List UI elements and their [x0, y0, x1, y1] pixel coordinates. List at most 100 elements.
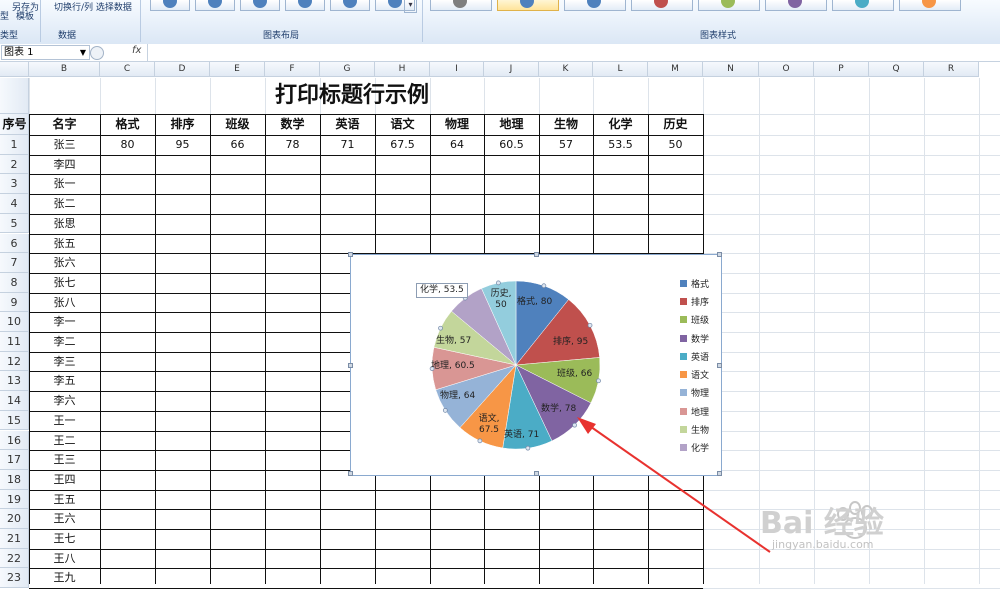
table-cell[interactable]: 李二 — [29, 332, 100, 352]
row-header[interactable]: 6 — [0, 233, 29, 254]
table-header-cell[interactable]: 化学 — [593, 114, 648, 135]
pie-data-label[interactable]: 排序, 95 — [553, 337, 588, 348]
resize-handle[interactable] — [717, 471, 722, 476]
layout-thumbnail[interactable] — [330, 0, 370, 11]
row-header[interactable]: 12 — [0, 351, 29, 372]
table-cell[interactable]: 80 — [100, 135, 155, 155]
pie-data-label[interactable]: 物理, 64 — [440, 391, 475, 402]
row-header[interactable]: 15 — [0, 410, 29, 431]
table-header-cell[interactable]: 序号 — [0, 114, 29, 135]
table-cell[interactable]: 张六 — [29, 253, 100, 273]
layout-thumbnail[interactable] — [285, 0, 325, 11]
row-header[interactable]: 20 — [0, 509, 29, 529]
legend-item[interactable]: 地理 — [680, 402, 709, 420]
select-all-corner[interactable] — [0, 62, 29, 77]
pie-data-label[interactable]: 格式, 80 — [517, 297, 552, 308]
pie-data-label[interactable]: 英语, 71 — [504, 430, 539, 441]
row-header[interactable]: 11 — [0, 332, 29, 352]
pie-data-label[interactable]: 生物, 57 — [436, 336, 471, 347]
table-cell[interactable]: 王一 — [29, 411, 100, 431]
template-label[interactable]: 模板 — [16, 9, 34, 22]
function-icon[interactable]: fx — [132, 45, 141, 56]
legend-item[interactable]: 化学 — [680, 439, 709, 457]
column-header[interactable]: D — [155, 62, 210, 77]
chevron-down-icon[interactable]: ▼ — [80, 46, 86, 59]
chart-style-gallery[interactable] — [430, 0, 961, 11]
legend-item[interactable]: 语文 — [680, 365, 709, 383]
resize-handle[interactable] — [534, 252, 539, 257]
column-header[interactable]: L — [593, 62, 648, 77]
table-cell[interactable]: 57 — [539, 135, 593, 155]
row-header[interactable]: 16 — [0, 430, 29, 451]
chart-layout-gallery[interactable] — [150, 0, 415, 11]
cancel-icon[interactable] — [90, 46, 104, 60]
table-header-cell[interactable]: 班级 — [210, 114, 265, 135]
table-cell[interactable]: 67.5 — [375, 135, 430, 155]
legend-item[interactable]: 班级 — [680, 311, 709, 329]
legend-item[interactable]: 格式 — [680, 274, 709, 292]
table-cell[interactable]: 张一 — [29, 174, 100, 194]
legend-item[interactable]: 排序 — [680, 292, 709, 310]
pie-data-label[interactable]: 化学, 53.5 — [416, 283, 468, 298]
style-thumbnail[interactable] — [430, 0, 492, 11]
row-header[interactable]: 5 — [0, 213, 29, 234]
table-cell[interactable]: 张思 — [29, 214, 100, 234]
row-header[interactable]: 13 — [0, 371, 29, 392]
row-header[interactable]: 22 — [0, 548, 29, 569]
style-thumbnail[interactable] — [564, 0, 626, 11]
table-header-cell[interactable]: 语文 — [375, 114, 430, 135]
row-header[interactable]: 21 — [0, 529, 29, 549]
column-header[interactable]: H — [375, 62, 430, 77]
column-header[interactable]: J — [484, 62, 539, 77]
row-header[interactable]: 4 — [0, 194, 29, 214]
column-header[interactable]: B — [29, 62, 100, 77]
style-thumbnail[interactable] — [899, 0, 961, 11]
chart-legend[interactable]: 格式 排序 班级 数学 英语 语文 物理 地理 生物 化学 — [680, 274, 709, 457]
column-header[interactable]: O — [759, 62, 814, 77]
gallery-more-button[interactable]: ▾ — [404, 0, 417, 13]
table-cell[interactable]: 66 — [210, 135, 265, 155]
table-cell[interactable]: 李六 — [29, 391, 100, 411]
table-cell[interactable]: 王三 — [29, 450, 100, 470]
layout-thumbnail[interactable] — [150, 0, 190, 11]
column-header[interactable]: M — [648, 62, 703, 77]
table-cell[interactable]: 李三 — [29, 352, 100, 372]
legend-item[interactable]: 数学 — [680, 329, 709, 347]
table-cell[interactable]: 71 — [320, 135, 375, 155]
column-header[interactable]: C — [100, 62, 155, 77]
resize-handle[interactable] — [717, 363, 722, 368]
row-header[interactable]: 14 — [0, 391, 29, 411]
legend-item[interactable]: 生物 — [680, 420, 709, 438]
table-cell[interactable]: 李一 — [29, 312, 100, 332]
column-header[interactable]: I — [430, 62, 484, 77]
row-header[interactable]: 18 — [0, 469, 29, 490]
resize-handle[interactable] — [534, 471, 539, 476]
layout-thumbnail[interactable] — [195, 0, 235, 11]
pie-data-label[interactable]: 班级, 66 — [557, 369, 592, 380]
pie-data-label[interactable]: 数学, 78 — [541, 404, 576, 415]
table-cell[interactable]: 王九 — [29, 568, 100, 588]
style-thumbnail[interactable] — [631, 0, 693, 11]
resize-handle[interactable] — [348, 471, 353, 476]
row-header[interactable]: 8 — [0, 272, 29, 293]
table-cell[interactable]: 王二 — [29, 431, 100, 451]
row-header[interactable]: 9 — [0, 292, 29, 313]
table-cell[interactable]: 李五 — [29, 371, 100, 391]
name-box[interactable]: 图表 1 ▼ — [1, 45, 90, 60]
style-thumbnail[interactable] — [698, 0, 760, 11]
table-cell[interactable]: 张三 — [29, 135, 100, 155]
switch-row-col-button[interactable]: 切换行/列 选择数据 — [54, 0, 132, 13]
table-cell[interactable]: 李四 — [29, 155, 100, 175]
column-header[interactable]: Q — [869, 62, 924, 77]
row-header[interactable]: 2 — [0, 154, 29, 175]
table-cell[interactable]: 王四 — [29, 470, 100, 490]
resize-handle[interactable] — [348, 252, 353, 257]
resize-handle[interactable] — [717, 252, 722, 257]
table-header-cell[interactable]: 数学 — [265, 114, 320, 135]
table-header-cell[interactable]: 地理 — [484, 114, 539, 135]
row-header[interactable]: 3 — [0, 174, 29, 195]
style-thumbnail[interactable] — [765, 0, 827, 11]
table-cell[interactable]: 王七 — [29, 529, 100, 549]
row-header[interactable]: 19 — [0, 489, 29, 510]
table-cell[interactable]: 王六 — [29, 509, 100, 529]
